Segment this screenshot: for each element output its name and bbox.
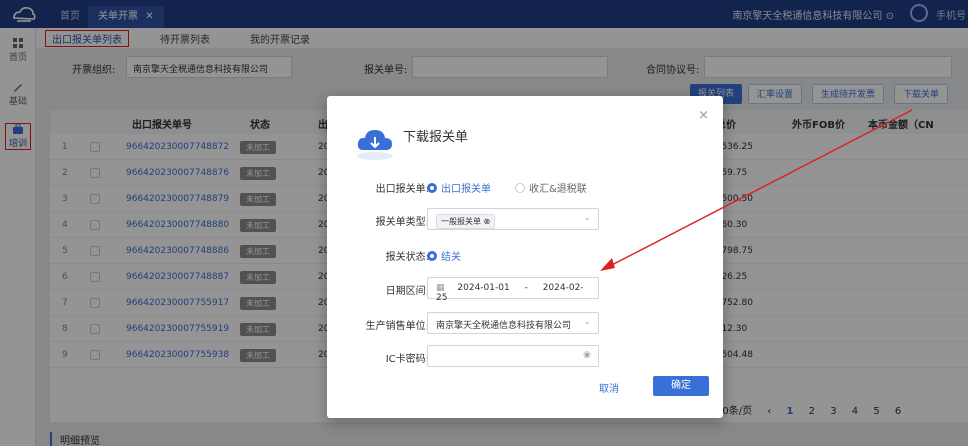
radio-refund-bill-label: 收汇&退税联 [529, 184, 587, 195]
chevron-down-icon: ⌄ [583, 317, 591, 327]
radio-checked-icon [427, 183, 437, 193]
date-from: 2024-01-01 [457, 283, 510, 293]
ic-password-label: IC卡密码: [385, 354, 429, 365]
download-modal: × 下载报关单 出口报关单: 出口报关单 收汇&退税联 报关单类型: 一般报关单… [327, 96, 723, 418]
radio-closed-status-label: 结关 [441, 252, 461, 263]
ic-password-input[interactable]: ◉ [427, 345, 599, 367]
customs-kind-label: 报关单类型: [375, 217, 429, 228]
radio-closed-status[interactable]: 结关 [427, 248, 461, 263]
bill-type-label: 出口报关单: [375, 184, 429, 195]
modal-title: 下载报关单 [403, 130, 469, 145]
modal-close-icon[interactable]: × [698, 108, 709, 123]
customs-kind-tag[interactable]: 一般报关单 ⊗ [436, 214, 496, 229]
radio-refund-bill[interactable]: 收汇&退税联 [515, 180, 587, 195]
customs-status-label: 报关状态: [385, 252, 429, 263]
radio-export-bill[interactable]: 出口报关单 [427, 180, 491, 195]
unit-select-value: 南京擎天全税通信息科技有限公司 [436, 321, 572, 331]
date-range-picker[interactable]: ▦ 2024-01-01 - 2024-02-25 [427, 277, 599, 303]
cloud-download-icon [357, 130, 393, 160]
unit-select[interactable]: 南京擎天全税通信息科技有限公司 ⌄ [427, 312, 599, 334]
radio-checked-icon [427, 251, 437, 261]
date-separator: - [524, 283, 528, 293]
radio-unchecked-icon [515, 183, 525, 193]
customs-kind-select[interactable]: 一般报关单 ⊗ ⌄ [427, 208, 599, 230]
eye-icon[interactable]: ◉ [583, 350, 591, 360]
cancel-button[interactable]: 取消 [599, 380, 619, 395]
confirm-button[interactable]: 确定 [653, 376, 709, 396]
date-range-label: 日期区间: [385, 286, 429, 297]
unit-label: 生产销售单位: [365, 321, 429, 332]
radio-export-bill-label: 出口报关单 [441, 184, 491, 195]
calendar-icon: ▦ [436, 283, 445, 293]
chevron-down-icon: ⌄ [583, 213, 591, 223]
